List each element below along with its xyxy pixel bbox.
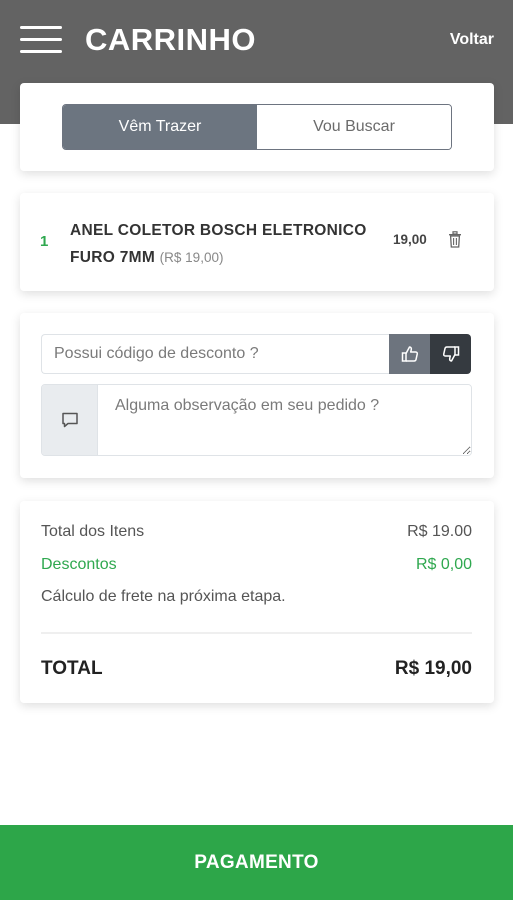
payment-button[interactable]: PAGAMENTO (0, 825, 513, 900)
observation-field (41, 384, 472, 456)
discount-value: R$ 0,00 (415, 556, 472, 573)
remove-coupon-button[interactable] (430, 334, 471, 374)
comment-icon (61, 412, 78, 428)
thumbs-down-icon (442, 346, 459, 362)
freight-note: Cálculo de frete na próxima etapa. (41, 588, 286, 605)
item-name-wrap: ANEL COLETOR BOSCH ELETRONICO FURO 7MM (… (70, 217, 390, 271)
delivery-mode-toggle: Vêm Trazer Vou Buscar (62, 104, 452, 150)
divider (41, 632, 472, 634)
delivery-option-bring[interactable]: Vêm Trazer (63, 105, 257, 149)
discount-label: Descontos (41, 556, 117, 573)
trash-icon[interactable] (448, 231, 462, 248)
back-link[interactable]: Voltar (450, 31, 494, 49)
item-unit-price: (R$ 19,00) (159, 250, 224, 265)
item-total-price: 19,00 (393, 232, 427, 247)
items-total-value: R$ 19.00 (407, 523, 472, 540)
observation-addon (42, 385, 98, 455)
page-title: CARRINHO (85, 22, 257, 57)
grand-total-value: R$ 19,00 (394, 658, 472, 679)
item-quantity: 1 (40, 233, 49, 250)
items-total-label: Total dos Itens (41, 523, 145, 540)
apply-coupon-button[interactable] (389, 334, 430, 374)
thumbs-up-icon (401, 346, 418, 362)
coupon-code-input[interactable] (41, 334, 390, 374)
cart-item: 1 ANEL COLETOR BOSCH ELETRONICO FURO 7MM… (20, 193, 494, 291)
order-summary-card: Total dos Itens R$ 19.00 Descontos R$ 0,… (20, 501, 494, 703)
grand-total-label: TOTAL (41, 658, 103, 679)
order-extras-card (20, 313, 494, 478)
hamburger-menu-icon[interactable] (20, 24, 62, 56)
delivery-mode-card: Vêm Trazer Vou Buscar (20, 83, 494, 171)
observation-textarea[interactable] (99, 385, 471, 455)
delivery-option-pickup[interactable]: Vou Buscar (257, 105, 451, 149)
